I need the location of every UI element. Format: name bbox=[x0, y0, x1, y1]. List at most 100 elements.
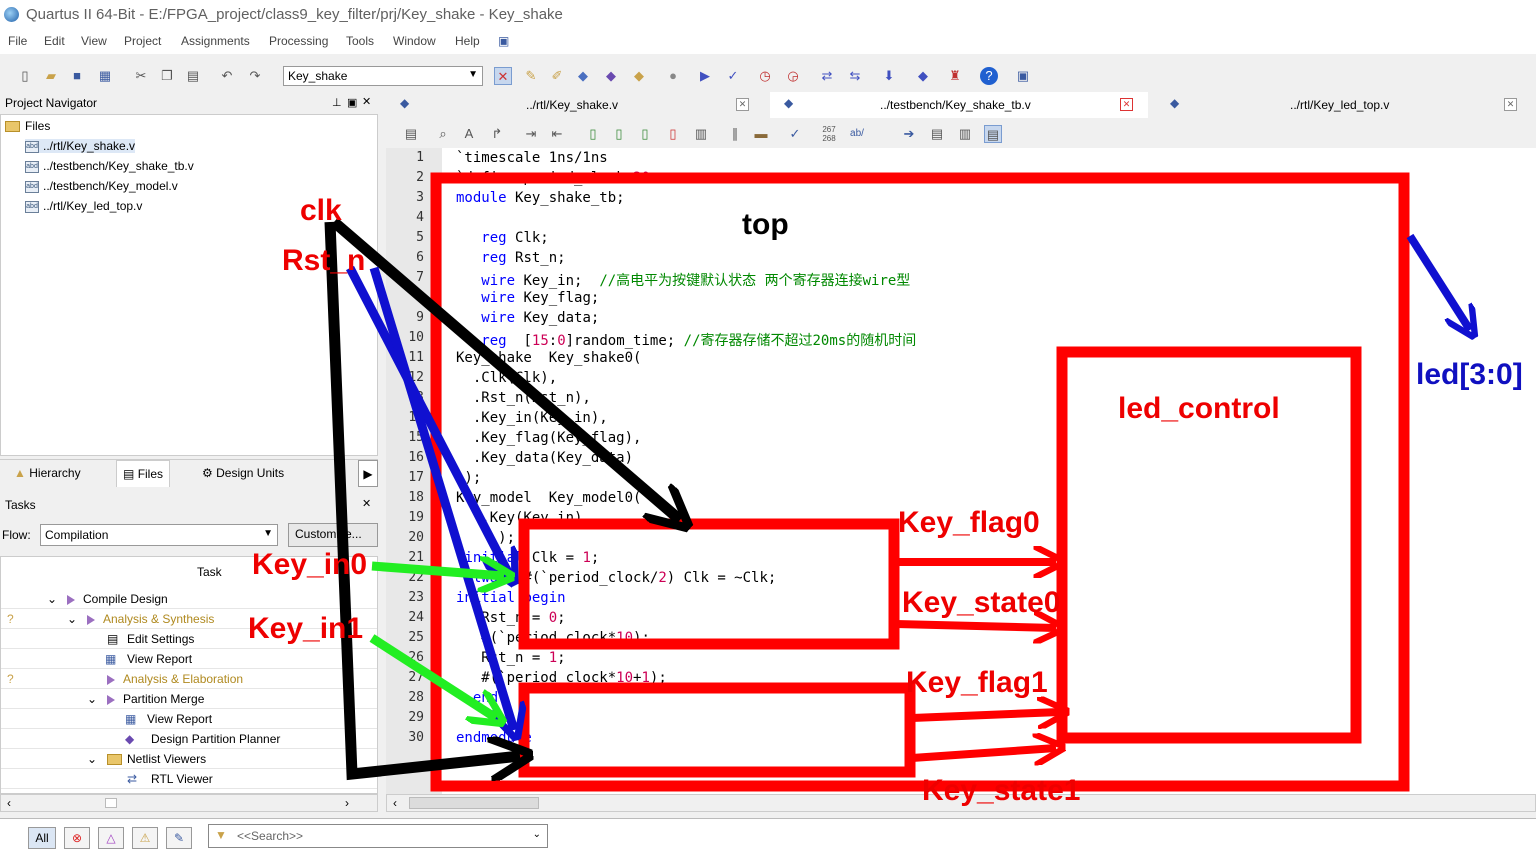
code-line[interactable]: end bbox=[456, 690, 498, 706]
code-line[interactable]: Key_shake Key_shake0( bbox=[456, 350, 641, 366]
code-line[interactable]: endmodule bbox=[456, 730, 532, 746]
editor-tab-active[interactable]: ◆ ../testbench/Key_shake_tb.v ✕ bbox=[770, 92, 1148, 118]
code-line[interactable]: initial begin bbox=[456, 590, 566, 606]
all-messages-button[interactable]: All bbox=[28, 827, 56, 849]
undo-icon[interactable]: ↶ bbox=[218, 67, 236, 85]
code-line[interactable]: reg [15:0]random_time; //寄存器存储不超过20ms的随机… bbox=[456, 330, 916, 350]
editor-tab[interactable]: ◆ ../rtl/Key_led_top.v ✕ bbox=[1156, 92, 1526, 118]
settings-icon[interactable]: ◆ bbox=[574, 67, 592, 85]
check-syntax-icon[interactable]: ✓ bbox=[786, 125, 804, 143]
cut-icon[interactable]: ✂ bbox=[132, 67, 150, 85]
new-file-icon[interactable]: ▯ bbox=[16, 67, 34, 85]
close-icon[interactable]: ✕ bbox=[1120, 98, 1133, 111]
page-icon[interactable]: ▤ bbox=[928, 125, 946, 143]
menu-view[interactable]: View bbox=[81, 34, 107, 48]
chip-editor-icon[interactable]: ♜ bbox=[946, 67, 964, 85]
project-select[interactable]: Key_shake ▼ bbox=[283, 66, 483, 86]
paste-icon[interactable]: ▤ bbox=[184, 67, 202, 85]
code-line[interactable]: Key_model Key_model0( bbox=[456, 490, 641, 506]
chip-planner-icon[interactable]: ✕ bbox=[494, 67, 512, 85]
code-line[interactable]: .Key_flag(Key_flag), bbox=[456, 430, 642, 446]
tasks-horizontal-scrollbar[interactable]: ‹ › bbox=[0, 794, 378, 812]
analysis-synthesis-icon[interactable]: ◆ bbox=[630, 67, 648, 85]
code-line[interactable]: `define period_clock 20 bbox=[456, 170, 650, 186]
scroll-thumb[interactable] bbox=[409, 797, 539, 809]
error-filter-icon[interactable]: ⊗ bbox=[64, 827, 90, 849]
print-icon[interactable]: ▤ bbox=[402, 125, 420, 143]
assignment-editor-icon[interactable]: ✐ bbox=[548, 67, 566, 85]
scroll-left-icon[interactable]: ‹ bbox=[393, 796, 397, 810]
message-search-input[interactable]: ▼ <<Search>> ⌄ bbox=[208, 824, 548, 848]
tree-file-item[interactable]: abd ../testbench/Key_model.v bbox=[25, 179, 178, 193]
menu-assignments[interactable]: Assignments bbox=[181, 34, 250, 48]
code-line[interactable]: ); bbox=[456, 530, 515, 546]
code-line[interactable]: .Key_data(Key_data) bbox=[456, 450, 633, 466]
start-analysis-icon[interactable]: ✓ bbox=[724, 67, 742, 85]
tree-file-item[interactable]: abd ../rtl/Key_shake.v bbox=[25, 139, 136, 153]
editor-tab[interactable]: ◆ ../rtl/Key_shake.v ✕ bbox=[386, 92, 764, 118]
technology-map-icon[interactable]: ⇆ bbox=[846, 67, 864, 85]
prev-bookmark-icon[interactable]: ▯ bbox=[636, 125, 654, 143]
code-line[interactable]: wire Key_data; bbox=[456, 310, 599, 326]
programmer-icon[interactable]: ⬇ bbox=[880, 67, 898, 85]
attach-icon[interactable]: ∥ bbox=[726, 125, 744, 143]
list-bookmarks-icon[interactable]: ▥ bbox=[692, 125, 710, 143]
float-icon[interactable]: ▣ bbox=[347, 96, 357, 109]
task-row[interactable]: ⌄ Partition Merge bbox=[1, 689, 377, 709]
close-icon[interactable]: ✕ bbox=[362, 497, 371, 510]
split-icon[interactable]: ▥ bbox=[956, 125, 974, 143]
indent-icon[interactable]: ⇥ bbox=[522, 125, 540, 143]
code-line[interactable]: `timescale 1ns/1ns bbox=[456, 150, 608, 166]
menu-project[interactable]: Project bbox=[124, 34, 161, 48]
close-icon[interactable]: ✕ bbox=[362, 95, 371, 108]
save-all-icon[interactable]: ▦ bbox=[96, 67, 114, 85]
menu-edit[interactable]: Edit bbox=[44, 34, 65, 48]
suppressed-filter-icon[interactable]: ✎ bbox=[166, 827, 192, 849]
scroll-right-icon[interactable]: › bbox=[345, 796, 349, 810]
find-icon[interactable]: ⌕ bbox=[434, 125, 452, 143]
code-line[interactable]: wire Key_in; //高电平为按键默认状态 两个寄存器连接wire型 bbox=[456, 270, 910, 290]
start-compilation-icon[interactable]: ▶ bbox=[696, 67, 714, 85]
clear-bookmarks-icon[interactable]: ▯ bbox=[664, 125, 682, 143]
code-line[interactable]: ); bbox=[456, 470, 481, 486]
task-row[interactable]: ▦ View Report bbox=[1, 709, 377, 729]
code-line[interactable]: .Key_in(Key_in), bbox=[456, 410, 608, 426]
pin-planner-icon[interactable]: ✎ bbox=[522, 67, 540, 85]
timequest-icon[interactable]: ◶ bbox=[784, 67, 802, 85]
move-right-icon[interactable]: ➔ bbox=[900, 125, 918, 143]
copy-icon[interactable]: ❐ bbox=[158, 67, 176, 85]
line-numbers-icon[interactable]: 267 268 bbox=[820, 125, 838, 143]
help-icon[interactable]: ? bbox=[980, 67, 998, 85]
view-mode-icon[interactable]: ▤ bbox=[984, 125, 1002, 143]
signaltap-icon[interactable]: ◆ bbox=[914, 67, 932, 85]
code-line[interactable]: reg Clk; bbox=[456, 230, 548, 246]
timing-analyzer-icon[interactable]: ◷ bbox=[756, 67, 774, 85]
pin-icon[interactable]: ⊥ bbox=[332, 96, 342, 109]
open-file-icon[interactable]: ▰ bbox=[42, 67, 60, 85]
task-row[interactable]: ⌄ Compile Design bbox=[1, 589, 377, 609]
tree-file-item[interactable]: abd ../testbench/Key_shake_tb.v bbox=[25, 159, 194, 173]
tree-root-files[interactable]: Files bbox=[5, 119, 50, 133]
critical-warning-filter-icon[interactable]: △ bbox=[98, 827, 124, 849]
scroll-thumb[interactable] bbox=[105, 798, 117, 808]
menu-file[interactable]: File bbox=[8, 34, 27, 48]
close-icon[interactable]: ✕ bbox=[1504, 98, 1517, 111]
menu-window[interactable]: Window bbox=[393, 34, 436, 48]
menu-processing[interactable]: Processing bbox=[269, 34, 328, 48]
menu-tools[interactable]: Tools bbox=[346, 34, 374, 48]
menu-help[interactable]: Help bbox=[455, 34, 480, 48]
tree-file-item[interactable]: abd ../rtl/Key_led_top.v bbox=[25, 199, 142, 213]
code-line[interactable]: wire Key_flag; bbox=[456, 290, 599, 306]
spell-check-icon[interactable]: ab/ bbox=[848, 125, 866, 143]
outdent-icon[interactable]: ⇤ bbox=[548, 125, 566, 143]
redo-icon[interactable]: ↷ bbox=[246, 67, 264, 85]
customize-button[interactable]: Customize... bbox=[288, 523, 378, 547]
warning-filter-icon[interactable]: ⚠ bbox=[132, 827, 158, 849]
goto-icon[interactable]: ↱ bbox=[488, 125, 506, 143]
feedback-icon[interactable]: ▣ bbox=[498, 34, 509, 48]
code-line[interactable]: reg Rst_n; bbox=[456, 250, 565, 266]
code-line[interactable]: Rst_n = 0; bbox=[456, 610, 565, 626]
task-row[interactable]: ? Analysis & Elaboration bbox=[1, 669, 377, 689]
tab-scroll-right-button[interactable]: ▶ bbox=[358, 460, 378, 487]
task-row[interactable]: ▦ View Report bbox=[1, 649, 377, 669]
